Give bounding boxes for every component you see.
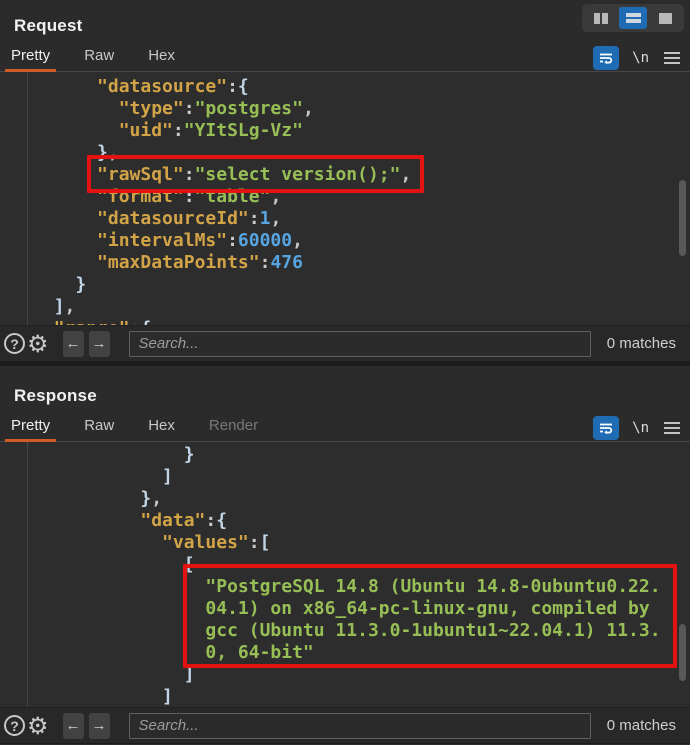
code-line: }, [32,142,411,164]
code-line: "type":"postgres", [32,98,411,120]
code-line: "rawSql":"select version();", [32,164,411,186]
code-line: 0, 64-bit" [32,642,661,664]
layout-switcher [582,4,684,32]
code-line: "intervalMs":60000, [32,230,411,252]
search-prev-button[interactable]: ← [63,331,84,357]
layout-rows-button[interactable] [619,7,647,29]
columns-layout-icon [594,13,608,24]
response-match-count: 0 matches [607,717,676,734]
rows-layout-icon [626,13,641,23]
code-line: ] [32,466,661,488]
layout-columns-button[interactable] [587,7,615,29]
response-panel-title: Response [0,366,690,406]
question-circle-icon[interactable]: ? [4,333,25,354]
response-tab-hex[interactable]: Hex [142,414,181,441]
response-panel: Response Pretty Raw Hex Render \n [0,366,690,743]
code-line: "datasource":{ [32,76,411,98]
newline-toggle[interactable]: \n [632,50,649,66]
newline-toggle[interactable]: \n [632,420,649,436]
code-line: "data":{ [32,510,661,532]
request-tab-bar: Pretty Raw Hex \n [0,44,690,72]
code-line: "uid":"YItSLg-Vz" [32,120,411,142]
question-circle-icon[interactable]: ? [4,715,25,736]
gear-icon[interactable]: ⚙ [27,332,49,356]
word-wrap-icon [598,50,614,66]
word-wrap-toggle[interactable] [593,46,619,70]
response-tab-raw[interactable]: Raw [78,414,120,441]
code-line: gcc (Ubuntu 11.3.0-1ubuntu1~22.04.1) 11.… [32,620,661,642]
request-search-bar: ? ⚙ ← → 0 matches [0,325,690,361]
request-tab-pretty[interactable]: Pretty [5,44,56,71]
code-line: ] [32,664,661,686]
hamburger-menu-icon[interactable] [662,420,682,436]
response-tab-bar: Pretty Raw Hex Render \n [0,414,690,442]
gutter-divider [27,442,28,707]
response-scrollbar[interactable] [679,624,686,681]
response-tab-render: Render [203,414,264,441]
request-code: "datasource":{ "type":"postgres", "uid":… [32,76,411,325]
code-line: 04.1) on x86_64-pc-linux-gnu, compiled b… [32,598,661,620]
response-editor[interactable]: } ] }, "data":{ "values":[ [ "PostgreSQL… [0,442,690,707]
gutter-divider [27,72,28,325]
code-line: ] [32,686,661,707]
code-line: } [32,444,661,466]
code-line: "range":{ [32,318,411,325]
code-line: "datasourceId":1, [32,208,411,230]
code-line: "PostgreSQL 14.8 (Ubuntu 14.8-0ubuntu0.2… [32,576,661,598]
bottom-edge [0,743,690,744]
response-search-bar: ? ⚙ ← → 0 matches [0,707,690,743]
request-panel: Request Pretty Raw Hex [0,0,690,361]
word-wrap-icon [598,420,614,436]
code-line: ], [32,296,411,318]
hamburger-menu-icon[interactable] [662,50,682,66]
request-tab-raw[interactable]: Raw [78,44,120,71]
request-scrollbar[interactable] [679,180,686,256]
response-code: } ] }, "data":{ "values":[ [ "PostgreSQL… [32,444,661,707]
request-match-count: 0 matches [607,335,676,352]
word-wrap-toggle[interactable] [593,416,619,440]
code-line: "format":"table", [32,186,411,208]
code-line: }, [32,488,661,510]
response-tab-pretty[interactable]: Pretty [5,414,56,441]
response-header: Response [0,366,690,414]
response-search-input[interactable] [129,713,591,739]
single-layout-icon [659,13,672,24]
gear-icon[interactable]: ⚙ [27,714,49,738]
search-next-button[interactable]: → [89,331,110,357]
request-search-input[interactable] [129,331,591,357]
search-next-button[interactable]: → [89,713,110,739]
request-tab-hex[interactable]: Hex [142,44,181,71]
http-message-viewer: Request Pretty Raw Hex [0,0,690,745]
code-line: } [32,274,411,296]
code-line: "maxDataPoints":476 [32,252,411,274]
code-line: [ [32,554,661,576]
layout-single-button[interactable] [651,7,679,29]
search-prev-button[interactable]: ← [63,713,84,739]
code-line: "values":[ [32,532,661,554]
request-header: Request [0,0,690,44]
request-editor[interactable]: "datasource":{ "type":"postgres", "uid":… [0,72,690,325]
